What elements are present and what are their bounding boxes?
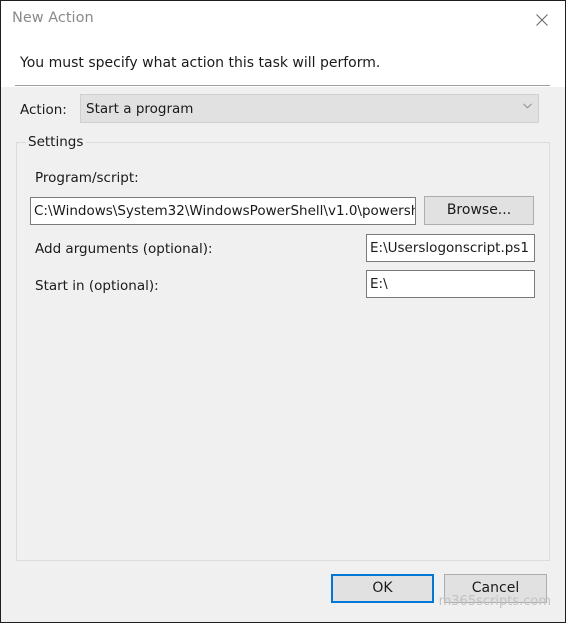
settings-legend: Settings <box>26 134 87 150</box>
program-script-label: Program/script: <box>35 170 139 186</box>
chevron-down-icon <box>523 103 532 109</box>
title-bar: New Action <box>1 1 565 38</box>
browse-button[interactable]: Browse... <box>424 196 534 225</box>
start-in-input[interactable]: E:\ <box>366 270 535 298</box>
instruction-text: You must specify what action this task w… <box>20 55 381 71</box>
watermark: m365scripts.com <box>438 594 551 609</box>
action-label: Action: <box>20 102 67 118</box>
close-icon <box>536 13 548 26</box>
ok-button[interactable]: OK <box>331 574 434 603</box>
action-selected-value: Start a program <box>86 101 194 117</box>
header-separator <box>15 85 550 87</box>
add-arguments-label: Add arguments (optional): <box>35 241 213 257</box>
start-in-label: Start in (optional): <box>35 278 159 294</box>
new-action-dialog: New Action You must specify what action … <box>0 0 566 623</box>
close-button[interactable] <box>519 1 565 38</box>
window-title: New Action <box>12 10 94 26</box>
instruction-area: You must specify what action this task w… <box>1 38 565 87</box>
program-script-input[interactable]: C:\Windows\System32\WindowsPowerShell\v1… <box>30 197 416 225</box>
action-dropdown[interactable]: Start a program <box>80 94 539 123</box>
add-arguments-input[interactable]: E:\Userslogonscript.ps1 <box>366 234 535 262</box>
